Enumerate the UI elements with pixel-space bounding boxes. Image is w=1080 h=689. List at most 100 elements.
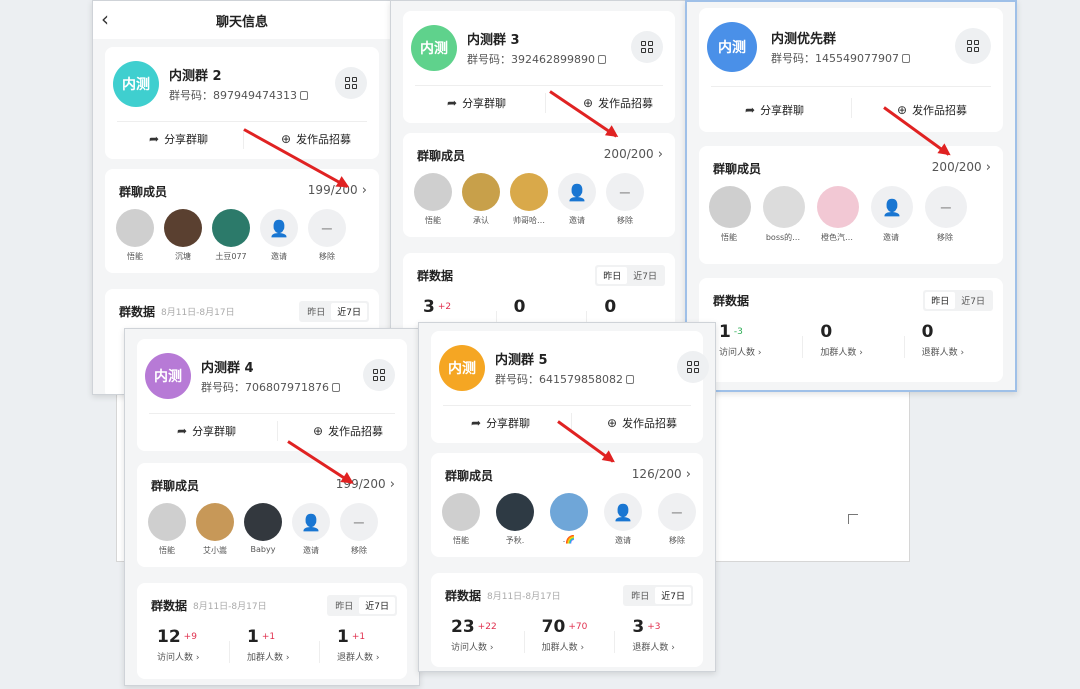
qr-code-icon[interactable] — [955, 28, 991, 64]
stat-delta: +3 — [647, 622, 661, 632]
stat-value: 0 — [820, 322, 833, 342]
stat-joins[interactable]: 1 +1 加群人数 — [227, 627, 317, 663]
qr-code-icon[interactable] — [363, 359, 395, 391]
member-item[interactable]: 沉塘 — [163, 209, 203, 262]
tab-yesterday[interactable]: 昨日 — [925, 292, 956, 309]
invite-label: 邀请 — [271, 252, 287, 261]
tab-7-days[interactable]: 近7日 — [331, 303, 367, 320]
qr-code-icon[interactable] — [631, 31, 663, 63]
group-avatar: 内测 — [113, 61, 159, 107]
avatar — [763, 186, 805, 228]
tab-yesterday[interactable]: 昨日 — [329, 597, 359, 614]
minus-icon: − — [340, 503, 378, 541]
member-item[interactable]: 悟能 — [413, 173, 453, 226]
stat-visits[interactable]: 12 +9 访问人数 — [137, 627, 227, 663]
tab-7-days[interactable]: 近7日 — [627, 267, 663, 284]
remove-button[interactable]: − 移除 — [307, 209, 347, 262]
member-item[interactable]: 悟能 — [441, 493, 481, 546]
qr-code-icon[interactable] — [677, 351, 709, 383]
add-user-icon: 👤 — [604, 493, 642, 531]
member-item[interactable]: 橙色汽… — [817, 186, 859, 243]
group-id: 群号码：145549077907 — [771, 50, 910, 66]
stats-title: 群数据 — [151, 599, 188, 613]
tab-7-days[interactable]: 近7日 — [955, 292, 991, 309]
page-title: 聊天信息 — [215, 15, 268, 30]
share-group-button[interactable]: ➦ 分享群聊 — [745, 102, 804, 118]
post-recruit-button[interactable]: ⊕ 发作品招募 — [583, 95, 653, 111]
post-recruit-button[interactable]: ⊕ 发作品招募 — [607, 415, 677, 431]
share-group-button[interactable]: ➦ 分享群聊 — [149, 131, 208, 147]
post-label: 发作品招募 — [912, 104, 968, 117]
copy-icon[interactable] — [901, 54, 910, 63]
member-name: 艾小嵩 — [203, 546, 227, 555]
qr-code-icon[interactable] — [335, 67, 367, 99]
member-name: 悟能 — [425, 216, 441, 225]
invite-button[interactable]: 👤 邀请 — [557, 173, 597, 226]
member-item[interactable]: 承认 — [461, 173, 501, 226]
range-toggle: 昨日 近7日 — [327, 595, 397, 616]
remove-button[interactable]: − 移除 — [605, 173, 645, 226]
tab-yesterday[interactable]: 昨日 — [301, 303, 331, 320]
member-item[interactable]: Babyy — [243, 503, 283, 556]
share-label: 分享群聊 — [760, 104, 805, 117]
copy-icon[interactable] — [597, 55, 606, 64]
remove-button[interactable]: − 移除 — [925, 186, 967, 243]
share-group-button[interactable]: ➦ 分享群聊 — [471, 415, 530, 431]
invite-button[interactable]: 👤 邀请 — [291, 503, 331, 556]
stat-leaves[interactable]: 1 +1 退群人数 — [317, 627, 407, 663]
copy-icon[interactable] — [331, 383, 340, 392]
member-name: 悟能 — [159, 546, 175, 555]
member-item[interactable]: 悟能 — [147, 503, 187, 556]
stat-joins[interactable]: 0 — [494, 297, 585, 333]
share-label: 分享群聊 — [486, 417, 531, 430]
copy-icon[interactable] — [299, 91, 308, 100]
avatar — [496, 493, 534, 531]
tab-yesterday[interactable]: 昨日 — [625, 587, 655, 604]
member-item[interactable]: 帅哥哈… — [509, 173, 549, 226]
member-item[interactable]: 悟能 — [115, 209, 155, 262]
post-recruit-button[interactable]: ⊕ 发作品招募 — [897, 102, 967, 118]
member-item[interactable]: 悟能 — [709, 186, 751, 243]
post-recruit-button[interactable]: ⊕ 发作品招募 — [313, 423, 383, 439]
member-count[interactable]: 200/200 — [604, 147, 663, 162]
member-item[interactable]: boss的… — [763, 186, 805, 243]
members-title: 群聊成员 — [151, 479, 200, 493]
tab-yesterday[interactable]: 昨日 — [597, 267, 628, 284]
member-item[interactable]: .🌈 — [549, 493, 589, 546]
divider — [117, 121, 367, 122]
stat-leaves[interactable]: 0 退群人数 — [902, 322, 1003, 358]
stat-value: 3 — [632, 617, 645, 637]
member-item[interactable]: 艾小嵩 — [195, 503, 235, 556]
stat-visits[interactable]: 23 +22 访问人数 — [431, 617, 522, 653]
member-name: 悟能 — [127, 252, 143, 261]
member-item[interactable]: 土豆077 — [211, 209, 251, 262]
share-icon: ➦ — [447, 96, 458, 110]
group-name: 内测优先群 — [771, 32, 837, 47]
remove-label: 移除 — [937, 233, 953, 242]
member-item[interactable]: 予秋. — [495, 493, 535, 546]
tab-7-days[interactable]: 近7日 — [655, 587, 691, 604]
stat-joins[interactable]: 0 加群人数 — [800, 322, 901, 358]
stat-joins[interactable]: 70 +70 加群人数 — [522, 617, 613, 653]
share-group-button[interactable]: ➦ 分享群聊 — [177, 423, 236, 439]
member-count[interactable]: 200/200 — [932, 160, 991, 175]
stat-visits[interactable]: 3 +2 — [403, 297, 494, 317]
remove-button[interactable]: − 移除 — [339, 503, 379, 556]
stat-delta: +9 — [183, 632, 197, 642]
avatar — [212, 209, 250, 247]
copy-icon[interactable] — [625, 375, 634, 384]
group-id-text: 群号码：641579858082 — [495, 373, 623, 386]
stat-caption: 访问人数 — [451, 640, 522, 653]
member-count[interactable]: 126/200 — [632, 467, 691, 482]
invite-button[interactable]: 👤 邀请 — [871, 186, 913, 243]
minus-icon: − — [308, 209, 346, 247]
stat-leaves[interactable]: 0 — [584, 297, 675, 333]
post-recruit-button[interactable]: ⊕ 发作品招募 — [281, 131, 351, 147]
invite-button[interactable]: 👤 邀请 — [259, 209, 299, 262]
tab-7-days[interactable]: 近7日 — [359, 597, 395, 614]
share-group-button[interactable]: ➦ 分享群聊 — [447, 95, 506, 111]
stat-leaves[interactable]: 3 +3 退群人数 — [612, 617, 703, 653]
remove-button[interactable]: − 移除 — [657, 493, 697, 546]
invite-button[interactable]: 👤 邀请 — [603, 493, 643, 546]
avatar — [462, 173, 500, 211]
